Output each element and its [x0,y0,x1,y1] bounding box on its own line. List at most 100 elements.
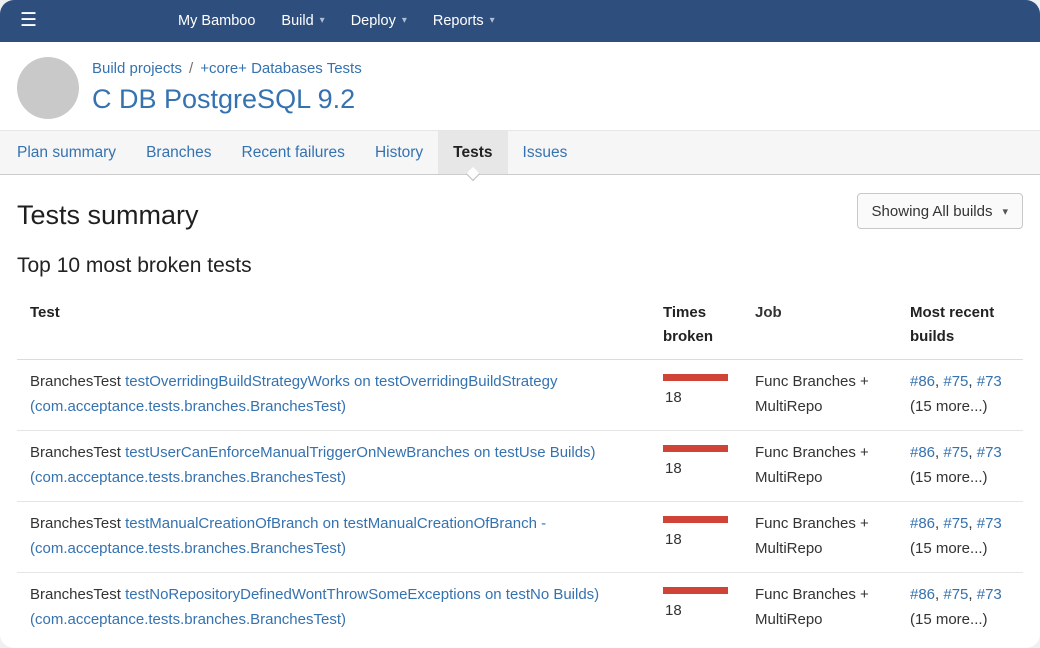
chevron-down-icon: ▾ [402,0,407,42]
build-link[interactable]: #86 [910,444,935,461]
nav-reports[interactable]: Reports ▾ [420,0,508,42]
broken-bar [663,374,728,381]
nav-reports-label: Reports [433,0,484,42]
nav-my-bamboo[interactable]: My Bamboo [165,0,268,42]
nav-build-label: Build [281,0,313,42]
showing-builds-label: Showing All builds [872,203,993,220]
job-cell: Func Branches + MultiRepo [755,440,910,490]
test-cell: BranchesTest testUserCanEnforceManualTri… [17,440,663,490]
separator: , [968,515,976,532]
plan-header-text: Build projects / +core+ Databases Tests C … [92,57,362,115]
more-builds-link[interactable]: (15 more...) [910,394,1023,419]
section-title: Top 10 most broken tests [17,253,1023,279]
tab-history[interactable]: History [360,131,438,174]
nav-my-bamboo-label: My Bamboo [178,0,255,42]
build-link[interactable]: #73 [977,515,1002,532]
times-broken-value: 18 [665,456,747,481]
tests-summary-title: Tests summary [17,199,199,231]
more-builds-link[interactable]: (15 more...) [910,607,1023,632]
build-link[interactable]: #73 [977,586,1002,603]
header-times-broken: Times broken [663,301,755,349]
builds-cell: #86, #75, #73 (15 more...) [910,369,1023,419]
job-cell: Func Branches + MultiRepo [755,369,910,419]
header-most-recent-builds: Most recent builds [910,301,1023,349]
test-prefix: BranchesTest [30,373,121,390]
test-cell: BranchesTest testOverridingBuildStrategy… [17,369,663,419]
times-broken-value: 18 [665,527,747,552]
builds-cell: #86, #75, #73 (15 more...) [910,582,1023,632]
breadcrumb-build-projects[interactable]: Build projects [92,60,182,77]
table-row: BranchesTest testUserCanEnforceManualTri… [17,431,1023,502]
build-link[interactable]: #73 [977,373,1002,390]
build-link[interactable]: #73 [977,444,1002,461]
build-link[interactable]: #75 [943,444,968,461]
build-link[interactable]: #75 [943,586,968,603]
nav-deploy[interactable]: Deploy ▾ [338,0,420,42]
broken-bar [663,516,728,523]
breadcrumb-separator: / [189,60,193,77]
build-link[interactable]: #75 [943,373,968,390]
table-row: BranchesTest testManualCreationOfBranch … [17,502,1023,573]
broken-tests-table: Test Times broken Job Most recent builds… [17,295,1023,643]
chevron-down-icon: ▾ [320,0,325,42]
separator: , [968,586,976,603]
tab-tests-label: Tests [453,144,492,161]
times-broken-cell: 18 [663,511,755,561]
build-links: #86, #75, #73 [910,582,1023,607]
tab-recent-failures[interactable]: Recent failures [227,131,360,174]
times-broken-value: 18 [665,385,747,410]
plan-tabbar: Plan summary Branches Recent failures Hi… [0,130,1040,175]
bamboo-app: ☰ My Bamboo Build ▾ Deploy ▾ Reports ▾ B… [0,0,1040,648]
build-link[interactable]: #86 [910,373,935,390]
times-broken-cell: 18 [663,369,755,419]
broken-bar [663,445,728,452]
builds-cell: #86, #75, #73 (15 more...) [910,511,1023,561]
test-prefix: BranchesTest [30,515,121,532]
table-header-row: Test Times broken Job Most recent builds [17,295,1023,360]
avatar [17,57,79,119]
times-broken-value: 18 [665,598,747,623]
broken-bar [663,587,728,594]
more-builds-link[interactable]: (15 more...) [910,465,1023,490]
nav-deploy-label: Deploy [351,0,396,42]
table-row: BranchesTest testOverridingBuildStrategy… [17,360,1023,431]
top-navbar: ☰ My Bamboo Build ▾ Deploy ▾ Reports ▾ [0,0,1040,42]
header-job: Job [755,301,910,349]
build-link[interactable]: #75 [943,515,968,532]
build-links: #86, #75, #73 [910,511,1023,536]
job-cell: Func Branches + MultiRepo [755,511,910,561]
tab-issues[interactable]: Issues [508,131,583,174]
job-cell: Func Branches + MultiRepo [755,582,910,632]
plan-header: Build projects / +core+ Databases Tests C … [0,42,1040,130]
page-title: C DB PostgreSQL 9.2 [92,83,362,115]
separator: , [968,373,976,390]
tab-branches[interactable]: Branches [131,131,226,174]
table-row: BranchesTest testNoRepositoryDefinedWont… [17,573,1023,643]
test-cell: BranchesTest testNoRepositoryDefinedWont… [17,582,663,632]
separator: , [968,444,976,461]
builds-cell: #86, #75, #73 (15 more...) [910,440,1023,490]
showing-builds-dropdown[interactable]: Showing All builds ▾ [857,193,1023,229]
build-link[interactable]: #86 [910,515,935,532]
times-broken-cell: 18 [663,440,755,490]
more-builds-link[interactable]: (15 more...) [910,536,1023,561]
test-cell: BranchesTest testManualCreationOfBranch … [17,511,663,561]
times-broken-cell: 18 [663,582,755,632]
header-test: Test [17,301,663,349]
chevron-down-icon: ▾ [1002,205,1008,218]
summary-head: Tests summary Showing All builds ▾ [17,189,1023,231]
build-links: #86, #75, #73 [910,440,1023,465]
chevron-down-icon: ▾ [490,0,495,42]
breadcrumb-plan-name[interactable]: +core+ Databases Tests [200,60,361,77]
tab-tests[interactable]: Tests [438,131,507,174]
test-prefix: BranchesTest [30,444,121,461]
tests-summary-content: Tests summary Showing All builds ▾ Top 1… [0,175,1040,643]
nav-build[interactable]: Build ▾ [268,0,337,42]
test-prefix: BranchesTest [30,586,121,603]
tab-plan-summary[interactable]: Plan summary [2,131,131,174]
nav-items: My Bamboo Build ▾ Deploy ▾ Reports ▾ [165,0,508,42]
breadcrumb: Build projects / +core+ Databases Tests [92,60,362,77]
menu-icon[interactable]: ☰ [20,0,37,42]
build-link[interactable]: #86 [910,586,935,603]
build-links: #86, #75, #73 [910,369,1023,394]
